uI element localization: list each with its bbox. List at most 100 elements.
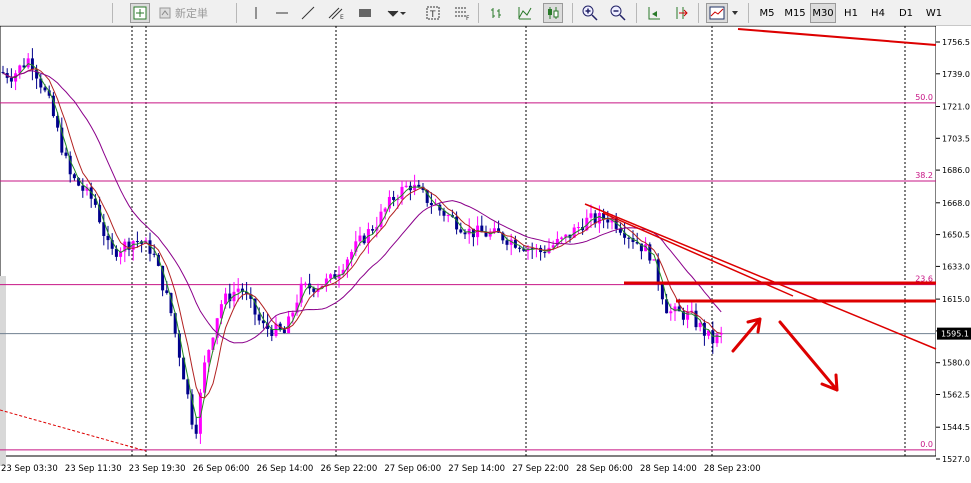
candle-body bbox=[64, 152, 68, 156]
toolbar-separator bbox=[636, 3, 637, 23]
price-tick-label: 1580.0 bbox=[942, 359, 970, 368]
fibonacci-icon[interactable]: F bbox=[452, 3, 472, 23]
candle-body bbox=[627, 237, 631, 239]
price-scale bbox=[936, 26, 971, 483]
candle-body bbox=[560, 237, 564, 239]
time-axis-label: 26 Sep 22:00 bbox=[321, 464, 378, 474]
price-tick-label: 1668.0 bbox=[942, 199, 970, 208]
toolbar-separator bbox=[572, 3, 573, 23]
candle-body bbox=[312, 288, 316, 292]
candle-body bbox=[400, 186, 404, 199]
timeframe-d1[interactable]: D1 bbox=[895, 3, 917, 23]
candle-body bbox=[698, 322, 702, 328]
new-order-icon bbox=[159, 7, 171, 19]
candle-body bbox=[26, 58, 30, 68]
time-axis-label: 28 Sep 06:00 bbox=[576, 464, 633, 474]
rectangle-icon[interactable] bbox=[355, 3, 375, 23]
candle-body bbox=[152, 253, 156, 255]
candle-body bbox=[463, 232, 467, 235]
dropdown-icon[interactable] bbox=[730, 3, 740, 23]
candle-body bbox=[81, 185, 85, 191]
candle-body bbox=[282, 329, 286, 334]
candle-body bbox=[371, 229, 375, 231]
candle-body bbox=[417, 184, 421, 187]
price-tick-label: 1615.0 bbox=[942, 295, 970, 304]
fib-level-label: 38.2 bbox=[915, 171, 933, 180]
candle-body bbox=[543, 252, 547, 254]
chart-shift-icon[interactable] bbox=[671, 3, 691, 23]
line-chart-icon[interactable] bbox=[515, 3, 535, 23]
left-edge-shadow bbox=[0, 276, 6, 466]
vertical-line-icon[interactable] bbox=[246, 3, 266, 23]
price-tick-label: 1562.5 bbox=[942, 390, 970, 399]
candle-body bbox=[194, 424, 198, 434]
candle-body bbox=[30, 58, 34, 70]
toolbar-separator bbox=[698, 3, 699, 23]
toolbar-separator bbox=[748, 3, 749, 23]
candle-body bbox=[291, 312, 295, 317]
templates-icon[interactable] bbox=[706, 3, 728, 23]
candle-chart-icon[interactable] bbox=[543, 3, 563, 23]
candle-body bbox=[224, 293, 228, 305]
candle-body bbox=[135, 241, 139, 243]
equidistant-channel-icon[interactable]: E bbox=[326, 3, 346, 23]
new-order-label: 新定単 bbox=[175, 7, 208, 20]
candle-body bbox=[459, 229, 463, 233]
zoom-out-icon[interactable] bbox=[608, 3, 628, 23]
time-axis-label: 27 Sep 22:00 bbox=[512, 464, 569, 474]
toolbar-separator bbox=[478, 3, 479, 23]
new-order-button[interactable]: 新定単 bbox=[158, 3, 218, 23]
timeframe-h1[interactable]: H1 bbox=[840, 3, 862, 23]
trendline-icon[interactable] bbox=[298, 3, 318, 23]
candle-body bbox=[72, 174, 76, 179]
candle-body bbox=[207, 350, 211, 363]
timeframe-h4[interactable]: H4 bbox=[867, 3, 889, 23]
svg-text:F: F bbox=[466, 15, 470, 20]
candle-body bbox=[669, 311, 673, 314]
candle-body bbox=[505, 240, 509, 245]
time-axis-label: 26 Sep 14:00 bbox=[257, 464, 314, 474]
candle-body bbox=[43, 87, 47, 91]
timeframe-m30[interactable]: M30 bbox=[810, 3, 836, 23]
text-icon[interactable]: T bbox=[423, 3, 443, 23]
candle-body bbox=[358, 235, 362, 242]
svg-text:T: T bbox=[429, 10, 436, 20]
crosshair-icon[interactable] bbox=[130, 3, 150, 23]
timeframe-w1[interactable]: W1 bbox=[922, 3, 946, 23]
arrows-icon[interactable] bbox=[386, 3, 406, 23]
candle-body bbox=[404, 185, 408, 187]
timeframe-m15[interactable]: M15 bbox=[782, 3, 808, 23]
chart-toolbar: 新定単 E T F M5 M15 M30 H1 H4 D1 W1 bbox=[0, 0, 971, 26]
price-tick-label: 1650.5 bbox=[942, 231, 970, 240]
candle-body bbox=[303, 283, 307, 285]
candle-body bbox=[329, 274, 333, 279]
price-chart[interactable]: 50.038.223.60.01756.51739.01721.01703.51… bbox=[0, 26, 971, 483]
candle-body bbox=[257, 314, 261, 321]
svg-text:E: E bbox=[340, 14, 344, 20]
autoscroll-icon[interactable] bbox=[644, 3, 664, 23]
toolbar-separator bbox=[236, 3, 237, 23]
candle-body bbox=[165, 290, 169, 294]
time-axis-label: 27 Sep 14:00 bbox=[448, 464, 505, 474]
candle-body bbox=[106, 235, 110, 241]
candle-body bbox=[576, 227, 580, 229]
price-tick-label: 1544.5 bbox=[942, 423, 970, 432]
price-tick-label: 1739.0 bbox=[942, 70, 970, 79]
plot-area bbox=[0, 26, 937, 457]
price-tick-label: 1633.0 bbox=[942, 262, 970, 271]
horizontal-line-icon[interactable] bbox=[272, 3, 292, 23]
price-tick-label: 1527.0 bbox=[942, 455, 970, 464]
zoom-in-icon[interactable] bbox=[580, 3, 600, 23]
toolbar-separator bbox=[112, 3, 113, 23]
timeframe-m5[interactable]: M5 bbox=[755, 3, 779, 23]
bar-chart-icon[interactable] bbox=[487, 3, 507, 23]
candle-body bbox=[606, 219, 610, 223]
time-axis-label: 28 Sep 23:00 bbox=[704, 464, 761, 474]
candle-body bbox=[270, 328, 274, 336]
candle-body bbox=[429, 202, 433, 206]
candle-body bbox=[1, 71, 5, 74]
time-axis-label: 27 Sep 06:00 bbox=[384, 464, 441, 474]
candle-body bbox=[484, 232, 488, 237]
time-axis-label: 23 Sep 03:30 bbox=[1, 464, 58, 474]
candle-body bbox=[518, 247, 522, 249]
